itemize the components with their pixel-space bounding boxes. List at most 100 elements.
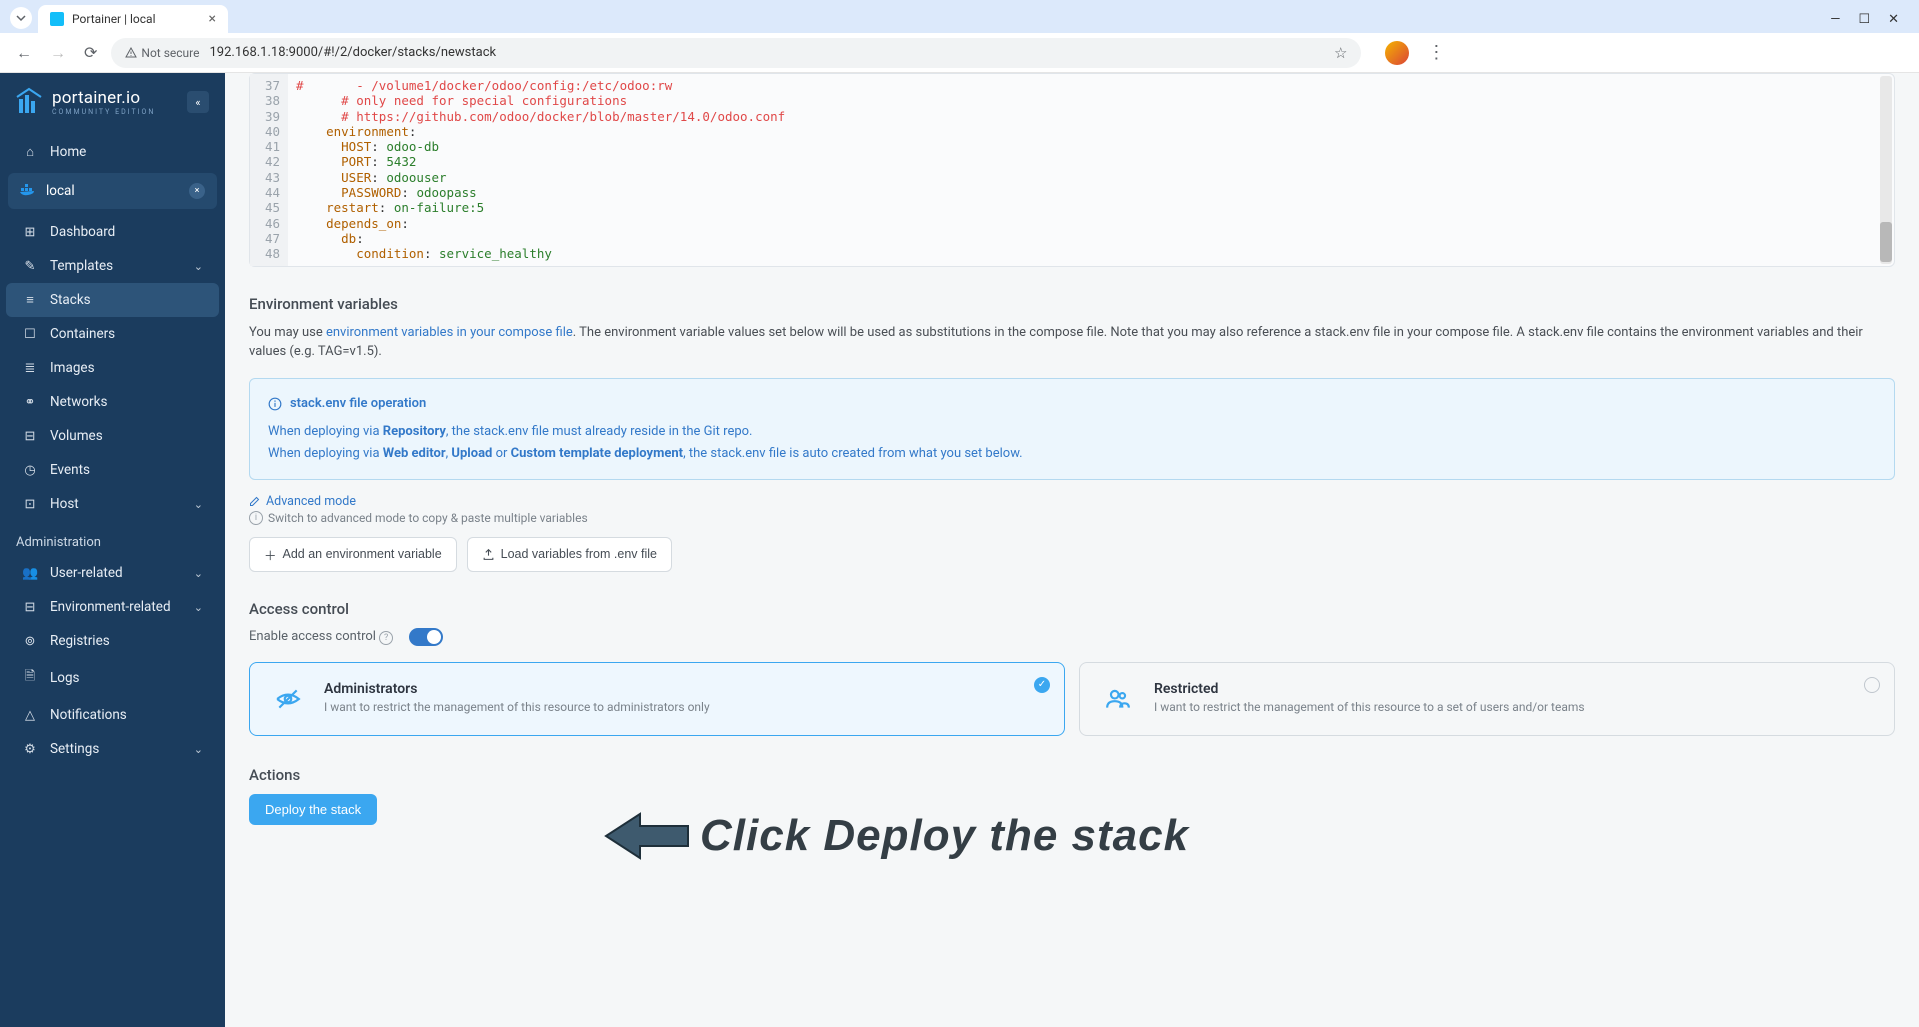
advanced-mode-link[interactable]: Advanced mode bbox=[249, 494, 1895, 509]
edition-label: COMMUNITY EDITION bbox=[52, 108, 155, 116]
tab-close-button[interactable]: × bbox=[209, 11, 216, 27]
environment-name: local bbox=[46, 183, 75, 199]
access-card-restricted[interactable]: RestrictedI want to restrict the managem… bbox=[1079, 662, 1895, 736]
card-radio bbox=[1864, 677, 1880, 693]
nav-environment-related[interactable]: ⊟Environment-related⌄ bbox=[6, 590, 219, 624]
templates-icon: ✎ bbox=[22, 259, 38, 274]
registries-icon: ⊚ bbox=[22, 634, 38, 649]
nav-host[interactable]: ⊡Host⌄ bbox=[6, 487, 219, 521]
networks-icon: ⚭ bbox=[22, 395, 38, 410]
sidebar-collapse-button[interactable]: « bbox=[187, 91, 209, 113]
forward-button[interactable]: → bbox=[46, 39, 70, 67]
editor-scrollbar[interactable] bbox=[1880, 76, 1892, 264]
docker-icon bbox=[20, 182, 36, 200]
nav-images[interactable]: ≣Images bbox=[6, 351, 219, 385]
sidebar: portainer.io COMMUNITY EDITION « ⌂ Home … bbox=[0, 73, 225, 1027]
containers-icon: ☐ bbox=[22, 327, 38, 342]
actions-title: Actions bbox=[249, 766, 1895, 784]
environment-header[interactable]: local × bbox=[8, 173, 217, 209]
environment-related-icon: ⊟ bbox=[22, 600, 38, 615]
plus-icon: ＋ bbox=[264, 545, 277, 564]
edit-icon bbox=[249, 495, 261, 507]
address-bar[interactable]: Not secure 192.168.1.18:9000/#!/2/docker… bbox=[111, 38, 1361, 68]
volumes-icon: ⊟ bbox=[22, 429, 38, 444]
nav-containers[interactable]: ☐Containers bbox=[6, 317, 219, 351]
info-small-icon: i bbox=[249, 511, 263, 525]
profile-avatar[interactable] bbox=[1385, 41, 1409, 65]
events-icon: ◷ bbox=[22, 463, 38, 478]
nav-stacks[interactable]: ≡Stacks bbox=[6, 283, 219, 317]
settings-icon: ⚙ bbox=[22, 742, 38, 757]
eye-off-icon bbox=[270, 681, 306, 717]
reload-button[interactable]: ⟳ bbox=[80, 39, 101, 66]
url-text: 192.168.1.18:9000/#!/2/docker/stacks/new… bbox=[209, 45, 496, 60]
logo-row: portainer.io COMMUNITY EDITION « bbox=[0, 73, 225, 135]
browser-toolbar: ← → ⟳ Not secure 192.168.1.18:9000/#!/2/… bbox=[0, 33, 1919, 73]
warning-icon bbox=[125, 47, 137, 59]
minimize-button[interactable]: — bbox=[1830, 12, 1840, 27]
nav-templates[interactable]: ✎Templates⌄ bbox=[6, 249, 219, 283]
editor-scroll-thumb[interactable] bbox=[1880, 222, 1892, 262]
stacks-icon: ≡ bbox=[22, 292, 38, 308]
favicon-icon bbox=[50, 12, 64, 26]
chevron-down-icon: ⌄ bbox=[194, 743, 203, 756]
nav-notifications[interactable]: △Notifications bbox=[6, 698, 219, 732]
window-controls: — ☐ ✕ bbox=[1830, 12, 1911, 33]
chevron-down-icon: ⌄ bbox=[194, 260, 203, 273]
back-button[interactable]: ← bbox=[12, 39, 36, 67]
card-radio: ✓ bbox=[1034, 677, 1050, 693]
portainer-logo-icon bbox=[16, 87, 42, 117]
compose-editor[interactable]: 373839404142434445464748 # - /volume1/do… bbox=[249, 73, 1895, 267]
logs-icon: 🗎 bbox=[22, 667, 38, 689]
advanced-mode-hint: i Switch to advanced mode to copy & past… bbox=[249, 511, 1895, 525]
environment-close-button[interactable]: × bbox=[189, 183, 205, 199]
maximize-button[interactable]: ☐ bbox=[1858, 12, 1870, 27]
upload-icon bbox=[482, 548, 495, 561]
editor-gutter: 373839404142434445464748 bbox=[250, 74, 288, 266]
browser-menu-button[interactable]: ⋮ bbox=[1419, 42, 1453, 63]
images-icon: ≣ bbox=[22, 361, 38, 376]
nav-events[interactable]: ◷Events bbox=[6, 453, 219, 487]
brand-name: portainer.io bbox=[52, 88, 155, 108]
add-env-var-button[interactable]: ＋ Add an environment variable bbox=[249, 537, 457, 572]
browser-tab[interactable]: Portainer | local × bbox=[38, 5, 228, 33]
nav-volumes[interactable]: ⊟Volumes bbox=[6, 419, 219, 453]
browser-tab-strip: Portainer | local × — ☐ ✕ bbox=[0, 0, 1919, 33]
env-vars-doc-link[interactable]: environment variables in your compose fi… bbox=[326, 325, 573, 340]
env-vars-title: Environment variables bbox=[249, 295, 1895, 313]
home-icon: ⌂ bbox=[22, 144, 38, 160]
host-icon: ⊡ bbox=[22, 497, 38, 512]
load-env-file-button[interactable]: Load variables from .env file bbox=[467, 537, 672, 572]
users-icon bbox=[1100, 681, 1136, 717]
nav-settings[interactable]: ⚙Settings⌄ bbox=[6, 732, 219, 766]
user-related-icon: 👥 bbox=[22, 566, 38, 581]
tab-search-button[interactable] bbox=[10, 7, 32, 29]
bookmark-button[interactable]: ☆ bbox=[1334, 44, 1347, 62]
tab-title: Portainer | local bbox=[72, 12, 156, 26]
help-icon[interactable]: ? bbox=[379, 631, 393, 645]
nav-registries[interactable]: ⊚Registries bbox=[6, 624, 219, 658]
access-card-administrators[interactable]: AdministratorsI want to restrict the man… bbox=[249, 662, 1065, 736]
info-icon bbox=[268, 397, 282, 411]
nav-dashboard[interactable]: ⊞Dashboard bbox=[6, 215, 219, 249]
nav-home[interactable]: ⌂ Home bbox=[6, 135, 219, 169]
access-control-toggle[interactable] bbox=[409, 628, 443, 646]
access-control-title: Access control bbox=[249, 600, 1895, 618]
dashboard-icon: ⊞ bbox=[22, 225, 38, 240]
deploy-stack-button[interactable]: Deploy the stack bbox=[249, 794, 377, 825]
stack-env-info-box: stack.env file operation When deploying … bbox=[249, 378, 1895, 480]
nav-networks[interactable]: ⚭Networks bbox=[6, 385, 219, 419]
security-indicator[interactable]: Not secure bbox=[125, 46, 199, 60]
chevron-down-icon: ⌄ bbox=[194, 498, 203, 511]
chevron-down-icon: ⌄ bbox=[194, 601, 203, 614]
enable-access-label: Enable access control ? bbox=[249, 629, 393, 645]
admin-section-label: Administration bbox=[0, 521, 225, 556]
chevron-down-icon: ⌄ bbox=[194, 567, 203, 580]
nav-user-related[interactable]: 👥User-related⌄ bbox=[6, 556, 219, 590]
notifications-icon: △ bbox=[22, 708, 38, 723]
main-content: 373839404142434445464748 # - /volume1/do… bbox=[225, 73, 1919, 1027]
editor-code[interactable]: # - /volume1/docker/odoo/config:/etc/odo… bbox=[288, 74, 1894, 266]
env-vars-description: You may use environment variables in you… bbox=[249, 323, 1895, 362]
nav-logs[interactable]: 🗎Logs bbox=[6, 658, 219, 698]
close-window-button[interactable]: ✕ bbox=[1888, 12, 1899, 27]
